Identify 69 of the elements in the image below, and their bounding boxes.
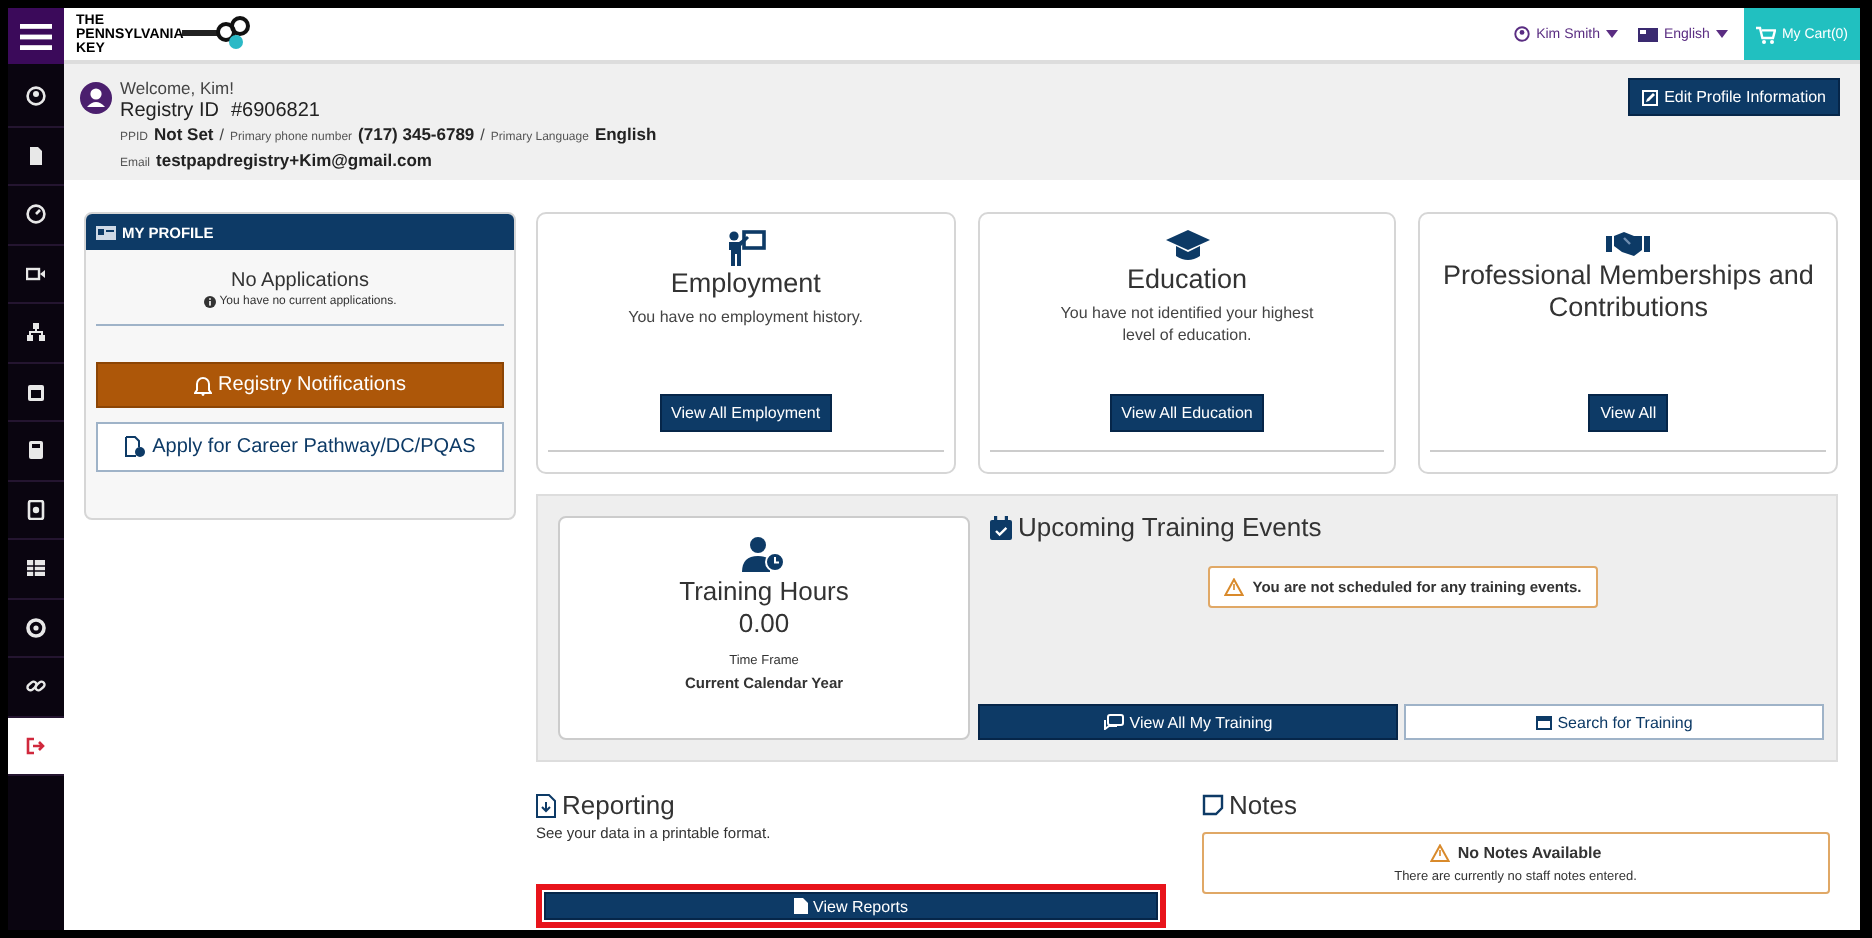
menu-button[interactable] [8, 8, 64, 64]
book-icon [26, 440, 46, 461]
applications-title: No Applications [231, 270, 369, 292]
separator-text: / [480, 124, 485, 146]
gauge-icon [26, 204, 46, 225]
file-icon [793, 898, 808, 914]
logout-icon [26, 735, 46, 756]
bell-icon [194, 375, 213, 395]
welcome-text: Welcome, Kim! [120, 78, 236, 100]
registry-notifications-button[interactable]: Registry Notifications [96, 362, 504, 408]
key-logo-icon [182, 16, 250, 52]
registry-id: #6906821 [230, 100, 320, 124]
field-value: (717) 345-6789 [358, 124, 475, 146]
lifebuoy-icon [26, 617, 46, 638]
handshake-icon [1606, 230, 1651, 258]
notes-alert-title: No Notes Available [1457, 844, 1602, 862]
view-all-button[interactable]: View All Education [1109, 394, 1265, 432]
calendar-icon [1535, 714, 1552, 730]
file-download-icon [536, 793, 556, 817]
calendar-check-icon [990, 515, 1012, 539]
warning-icon [1224, 578, 1245, 596]
card-title: Education [1126, 264, 1248, 296]
avatar-icon [80, 82, 112, 114]
sidebar-item[interactable] [8, 717, 64, 776]
warning-icon [1429, 844, 1450, 862]
chat-icon [1103, 714, 1124, 730]
cart-icon [1755, 25, 1776, 43]
edit-profile-button[interactable]: Edit Profile Information [1628, 78, 1840, 116]
note-icon [1201, 794, 1223, 816]
card-title: Employment [670, 268, 821, 300]
calendar-icon [26, 381, 46, 402]
user-circle-icon [1514, 26, 1531, 42]
reporting-title: Reporting [562, 790, 675, 820]
training-hours-value: 0.00 [738, 608, 790, 638]
events-title: Upcoming Training Events [1018, 512, 1322, 542]
link-icon [26, 676, 46, 697]
field-value: English [594, 124, 657, 146]
table-icon [26, 558, 46, 579]
person-circle-icon [26, 86, 46, 107]
field-value: Not Set [154, 124, 214, 146]
caret-icon [1605, 30, 1618, 38]
field-value: testpapdregistry+Kim@gmail.com [156, 150, 432, 172]
view-reports-button[interactable]: View Reports [544, 892, 1157, 920]
view-all-button[interactable]: View All [1588, 394, 1669, 432]
separator-text: / [219, 124, 224, 146]
person-clock-icon [742, 536, 786, 572]
menu-icon [20, 23, 52, 49]
presenter-icon [725, 230, 766, 266]
training-hours-title: Training Hours [679, 576, 849, 606]
id-card-icon [96, 225, 116, 239]
graduation-cap-icon [1165, 230, 1209, 262]
card-text: You have no employment history. [626, 306, 866, 328]
sitemap-icon [26, 322, 46, 343]
notes-title: Notes [1229, 790, 1297, 820]
caret-icon [1715, 30, 1728, 38]
document-icon [26, 145, 46, 166]
search-training-button[interactable]: Search for Training [1404, 704, 1824, 740]
view-training-button[interactable]: View All My Training [978, 704, 1398, 740]
card-text: You have not identified your highest level of education. [1058, 302, 1316, 346]
registry-label: Registry ID [120, 100, 219, 124]
card-title: Professional Memberships and Contributions [1441, 260, 1816, 324]
edit-icon [1642, 89, 1659, 105]
video-camera-icon [26, 263, 46, 284]
flag-icon [1637, 27, 1658, 41]
id-badge-icon [26, 499, 46, 520]
apply-button[interactable]: Apply for Career Pathway/DC/PQAS [96, 422, 504, 472]
view-all-button[interactable]: View All Employment [659, 394, 833, 432]
info-icon [203, 296, 216, 308]
file-clock-icon [124, 436, 147, 458]
